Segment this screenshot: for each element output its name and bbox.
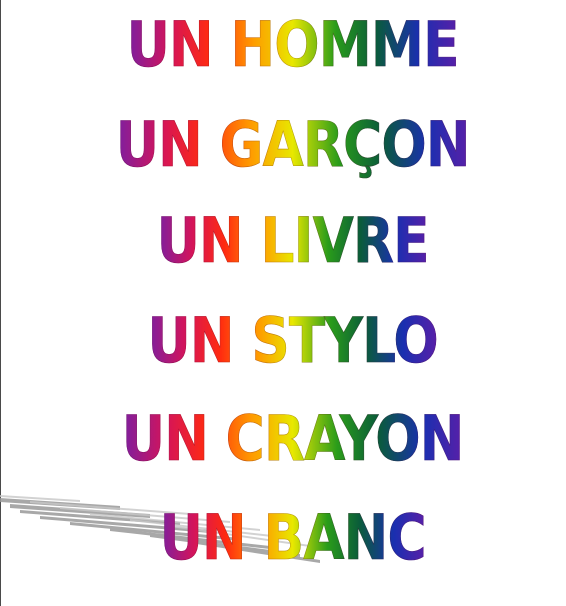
word-un-crayon: UN CRAYON (121, 402, 465, 475)
word-un-homme: UN HOMME (126, 8, 459, 81)
word-list: UN HOMME UN GARÇON UN LIVRE UN STYLO UN … (0, 0, 566, 606)
word-un-livre: UN LIVRE (156, 204, 430, 277)
word-un-stylo: UN STYLO (147, 304, 439, 377)
word-un-banc: UN BANC (159, 501, 427, 574)
word-un-garcon: UN GARÇON (115, 108, 470, 181)
